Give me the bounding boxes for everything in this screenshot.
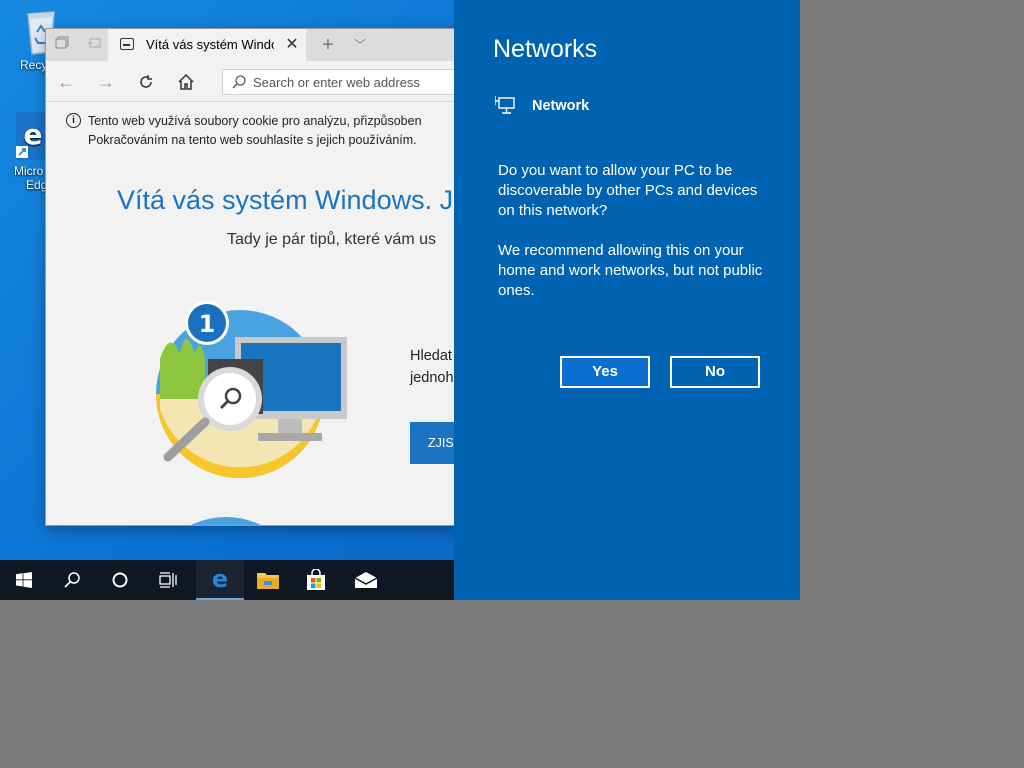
set-aside-tabs-button[interactable] [52, 35, 72, 55]
step-number: 1 [199, 310, 216, 338]
cortana-button[interactable] [96, 560, 144, 600]
taskbar-edge-button[interactable]: e [196, 560, 244, 600]
tab-active[interactable]: Vítá vás systém Window ✕ [108, 29, 306, 61]
mail-button[interactable] [342, 560, 390, 600]
refresh-icon [140, 75, 152, 88]
edge-icon: e [16, 112, 50, 160]
store-button[interactable] [292, 560, 340, 600]
home-button[interactable] [174, 71, 198, 93]
refresh-button[interactable] [134, 71, 158, 93]
tip-text-line2: jednoh [410, 370, 454, 386]
page-favicon-icon [120, 38, 134, 50]
plus-icon: + [322, 34, 334, 56]
page-subtitle: Tady je pár tipů, které vám us [227, 231, 436, 248]
next-tip-illustration [191, 517, 261, 525]
cookie-notice: i Tento web využívá soubory cookie pro a… [66, 112, 466, 150]
tabs-icon [55, 36, 69, 49]
forward-button[interactable]: → [94, 71, 118, 93]
tab-preview-button[interactable] [84, 35, 104, 55]
back-button[interactable]: ← [54, 71, 78, 93]
info-icon: i [66, 113, 81, 128]
new-tab-button[interactable]: + [318, 35, 338, 55]
tab-title: Vítá vás systém Window [146, 37, 274, 52]
tip-text: Hledat jednoh [410, 345, 454, 389]
networks-flyout: Networks Network Do you want to allow yo… [454, 0, 800, 600]
task-view-icon [159, 572, 177, 588]
start-icon [16, 572, 32, 588]
navigation-bar: ← → Search or enter web address [46, 61, 466, 102]
mail-icon [354, 572, 378, 588]
edge-icon: e [212, 567, 228, 591]
address-bar[interactable]: Search or enter web address [222, 69, 466, 95]
close-tab-icon[interactable]: ✕ [282, 35, 302, 55]
yes-button[interactable]: Yes [560, 356, 650, 388]
address-placeholder: Search or enter web address [253, 75, 420, 90]
svg-text:e: e [212, 567, 228, 591]
tab-list-button[interactable]: ﹀ [350, 35, 370, 55]
page-content: i Tento web využívá soubory cookie pro a… [46, 102, 466, 525]
no-button[interactable]: No [670, 356, 760, 388]
desktop: Recycl e Micro Edg Vítá vás systém Windo… [0, 0, 800, 600]
cookie-text-line2: Pokračováním na tento web souhlasíte s j… [88, 133, 417, 147]
arrow-left-icon: ← [57, 72, 75, 92]
ethernet-icon [495, 96, 515, 114]
home-icon [178, 73, 194, 90]
search-tip-illustration: 1 [156, 301, 347, 478]
taskbar-search-button[interactable] [48, 560, 96, 600]
network-name: Network [532, 98, 590, 114]
search-icon [64, 572, 80, 588]
flyout-title: Networks [493, 35, 598, 63]
tab-bar: Vítá vás systém Window ✕ + ﹀ [46, 29, 466, 61]
tip-text-line1: Hledat [410, 348, 452, 364]
task-view-button[interactable] [144, 560, 192, 600]
discoverable-question: Do you want to allow your PC to be disco… [498, 162, 758, 219]
search-icon [232, 75, 246, 89]
start-button[interactable] [0, 560, 48, 600]
tab-preview-icon [88, 38, 101, 48]
cortana-icon [112, 572, 128, 588]
page-title: Vítá vás systém Windows. Je [117, 185, 466, 215]
file-explorer-button[interactable] [244, 560, 292, 600]
edge-browser-window: Vítá vás systém Window ✕ + ﹀ ← → Search … [46, 29, 466, 525]
chevron-down-icon: ﹀ [353, 38, 366, 52]
cookie-text-line1: Tento web využívá soubory cookie pro ana… [88, 114, 422, 128]
store-icon [307, 569, 325, 590]
recommendation-text: We recommend allowing this on your home … [498, 242, 763, 299]
arrow-right-icon: → [97, 72, 115, 92]
file-explorer-icon [257, 573, 279, 589]
